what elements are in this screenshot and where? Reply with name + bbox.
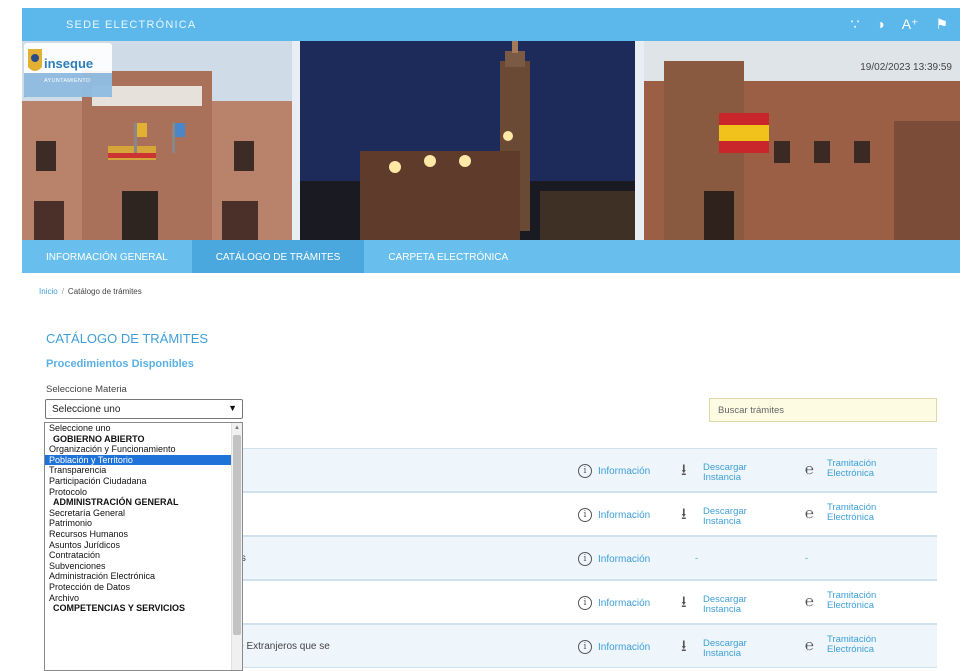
tab-catalogo-de-tramites[interactable]: CATÁLOGO DE TRÁMITES bbox=[191, 240, 365, 273]
tab-carpeta-electronica[interactable]: CARPETA ELECTRÓNICA bbox=[364, 240, 532, 273]
dropdown-option[interactable]: Transparencia bbox=[45, 465, 242, 476]
municipality-logo[interactable]: inseque AYUNTAMIENTO bbox=[24, 43, 124, 97]
dropdown-option[interactable]: Administración Electrónica bbox=[45, 571, 242, 582]
information-link[interactable]: i Información bbox=[578, 508, 650, 522]
download-label: Descargar Instancia bbox=[703, 461, 747, 483]
font-size-icon[interactable]: A⁺ bbox=[902, 14, 919, 34]
information-label: Información bbox=[598, 509, 651, 521]
scrollbar-thumb[interactable] bbox=[233, 435, 241, 635]
electronic-icon: ℮ bbox=[805, 460, 815, 478]
accessibility-toolbar: ∵ ◑ A⁺ ⚑ bbox=[850, 14, 948, 34]
electronic-label: Tramitación Electrónica bbox=[827, 502, 877, 523]
dropdown-option[interactable]: Recursos Humanos bbox=[45, 529, 242, 540]
download-icon: ⭳ bbox=[681, 462, 687, 479]
info-icon: i bbox=[578, 552, 592, 566]
download-form-link[interactable]: ⭳ Descargar Instancia bbox=[681, 459, 763, 486]
download-unavailable: - bbox=[695, 553, 698, 563]
electronic-processing-link[interactable]: ℮ Tramitación Electrónica bbox=[805, 591, 887, 611]
dropdown-option[interactable]: Participación Ciudadana bbox=[45, 476, 242, 487]
electronic-label: Tramitación Electrónica bbox=[827, 458, 877, 479]
information-link[interactable]: i Información bbox=[578, 640, 650, 654]
grid-icon[interactable]: ∵ bbox=[850, 14, 859, 34]
bell-tower-night-photo bbox=[300, 41, 635, 240]
dropdown-option[interactable]: Archivo bbox=[45, 593, 242, 604]
town-hall-photo: inseque AYUNTAMIENTO bbox=[22, 41, 292, 240]
electronic-icon: ℮ bbox=[805, 636, 815, 654]
town-hall-flags-photo: 19/02/2023 13:39:59 bbox=[644, 41, 960, 240]
contrast-icon[interactable]: ◑ bbox=[876, 14, 884, 34]
information-label: Información bbox=[598, 465, 651, 477]
breadcrumb-home-link[interactable]: Inicio bbox=[39, 287, 58, 296]
download-form-link[interactable]: ⭳ Descargar Instancia bbox=[681, 503, 763, 530]
electronic-icon: ℮ bbox=[805, 592, 815, 610]
breadcrumb: Inicio / Catálogo de trámites bbox=[39, 287, 142, 296]
download-icon: ⭳ bbox=[681, 594, 687, 611]
logo-subtitle: AYUNTAMIENTO bbox=[44, 78, 91, 84]
dropdown-option[interactable]: Subvenciones bbox=[45, 561, 242, 572]
information-label: Información bbox=[598, 641, 651, 653]
subject-select[interactable]: Seleccione uno ▼ bbox=[45, 399, 243, 419]
dropdown-option[interactable]: Asuntos Jurídicos bbox=[45, 540, 242, 551]
electronic-processing-link[interactable]: ℮ Tramitación Electrónica bbox=[805, 459, 887, 479]
dropdown-option[interactable]: Protocolo bbox=[45, 487, 242, 498]
download-form-link[interactable]: ⭳ Descargar Instancia bbox=[681, 591, 763, 618]
dropdown-option[interactable]: Contratación bbox=[45, 550, 242, 561]
dropdown-option[interactable]: Organización y Funcionamiento bbox=[45, 444, 242, 455]
dropdown-scrollbar[interactable]: ▲ bbox=[231, 423, 242, 670]
dropdown-option[interactable]: Secretaría General bbox=[45, 508, 242, 519]
electronic-icon: ℮ bbox=[805, 504, 815, 522]
info-icon: i bbox=[578, 640, 592, 654]
breadcrumb-current: Catálogo de trámites bbox=[67, 287, 142, 296]
download-label: Descargar Instancia bbox=[703, 637, 747, 659]
dropdown-group-header: ADMINISTRACIÓN GENERAL bbox=[53, 497, 179, 508]
info-icon: i bbox=[578, 464, 592, 478]
flag-icon[interactable]: ⚑ bbox=[935, 14, 948, 34]
chevron-down-icon: ▼ bbox=[228, 403, 237, 413]
download-label: Descargar Instancia bbox=[703, 505, 747, 527]
top-bar: SEDE ELECTRÓNICA ∵ ◑ A⁺ ⚑ bbox=[22, 8, 960, 41]
search-procedures-input[interactable]: Buscar trámites bbox=[709, 398, 937, 422]
electronic-label: Tramitación Electrónica bbox=[827, 634, 877, 655]
download-icon: ⭳ bbox=[681, 506, 687, 523]
electronic-label: Tramitación Electrónica bbox=[827, 590, 877, 611]
subject-select-label: Seleccione Materia bbox=[46, 384, 127, 395]
info-icon: i bbox=[578, 596, 592, 610]
page-subtitle: Procedimientos Disponibles bbox=[46, 358, 194, 370]
electronic-processing-link[interactable]: ℮ Tramitación Electrónica bbox=[805, 503, 887, 523]
download-icon: ⭳ bbox=[681, 638, 687, 655]
subject-select-value: Seleccione uno bbox=[52, 404, 121, 415]
current-datetime: 19/02/2023 13:39:59 bbox=[860, 62, 952, 73]
dropdown-option[interactable]: Población y Territorio bbox=[45, 454, 242, 466]
dropdown-group-header: COMPETENCIAS Y SERVICIOS bbox=[53, 603, 186, 614]
dropdown-options: Seleccione uno GOBIERNO ABIERTO Organizaci… bbox=[45, 423, 242, 614]
page-title: CATÁLOGO DE TRÁMITES bbox=[46, 331, 209, 346]
information-link[interactable]: i Información bbox=[578, 464, 650, 478]
information-label: Información bbox=[598, 597, 651, 609]
dropdown-option[interactable]: Protección de Datos bbox=[45, 582, 242, 593]
breadcrumb-separator: / bbox=[61, 287, 64, 296]
scroll-up-icon[interactable]: ▲ bbox=[234, 425, 240, 431]
electronic-unavailable: - bbox=[805, 553, 808, 563]
download-form-link[interactable]: ⭳ Descargar Instancia bbox=[681, 635, 763, 662]
information-link[interactable]: i Información bbox=[578, 552, 650, 566]
dropdown-option[interactable]: Patrimonio bbox=[45, 518, 242, 529]
tab-informacion-general[interactable]: INFORMACIÓN GENERAL bbox=[22, 240, 192, 273]
subject-dropdown-list[interactable]: Seleccione uno GOBIERNO ABIERTO Organizaci… bbox=[44, 422, 243, 671]
electronic-processing-link[interactable]: ℮ Tramitación Electrónica bbox=[805, 635, 887, 655]
dropdown-group-header: GOBIERNO ABIERTO bbox=[53, 433, 145, 444]
logo-name: inseque bbox=[44, 56, 94, 71]
download-label: Descargar Instancia bbox=[703, 593, 747, 615]
dropdown-option[interactable]: Seleccione uno bbox=[45, 423, 242, 434]
info-icon: i bbox=[578, 508, 592, 522]
header-banner: inseque AYUNTAMIENTO 19/02/2023 13:39:59 bbox=[22, 41, 960, 240]
site-brand[interactable]: SEDE ELECTRÓNICA bbox=[66, 19, 196, 31]
main-navigation: INFORMACIÓN GENERAL CATÁLOGO DE TRÁMITES… bbox=[22, 240, 960, 273]
information-link[interactable]: i Información bbox=[578, 596, 650, 610]
information-label: Información bbox=[598, 553, 651, 565]
